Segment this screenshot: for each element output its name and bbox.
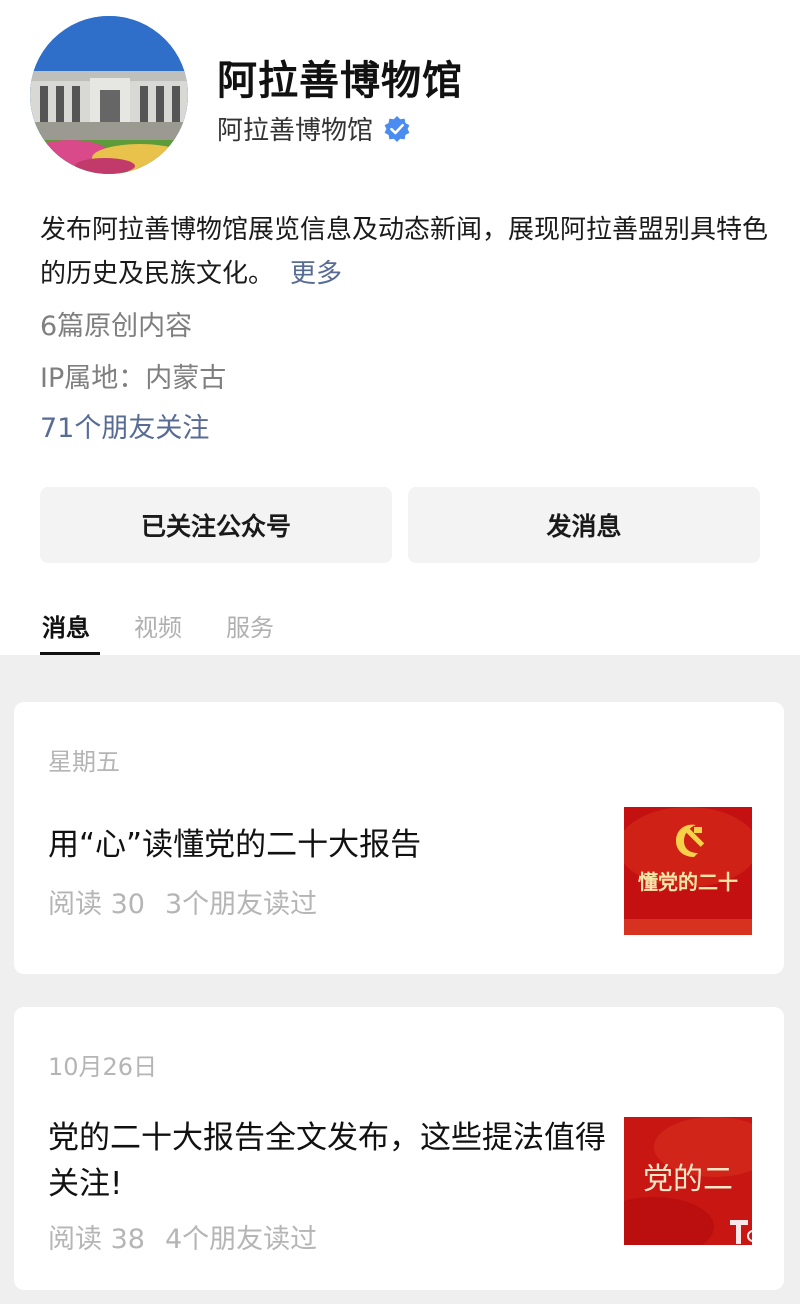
- content-tabs: 消息 视频 服务: [0, 608, 800, 656]
- account-profile-header: 阿拉善博物馆 阿拉善博物馆 发布阿拉善博物馆展览信息及动态新闻，展现阿拉善盟别具…: [0, 0, 800, 656]
- article-title[interactable]: 用“心”读懂党的二十大报告: [48, 822, 608, 868]
- followed-account-button[interactable]: 已关注公众号: [40, 487, 392, 563]
- thumbnail-text: 党的二: [643, 1162, 733, 1197]
- article-friends-read: 3个朋友读过: [164, 889, 318, 920]
- thumbnail-image: 懂党的二十: [624, 807, 752, 935]
- send-message-button[interactable]: 发消息: [408, 487, 760, 563]
- museum-building-image: [30, 16, 188, 174]
- article-stats: 阅读 30 3个朋友读过: [48, 882, 317, 921]
- account-description-text: 发布阿拉善博物馆展览信息及动态新闻，展现阿拉善盟别具特色的历史及民族文化。: [40, 215, 769, 289]
- article-card[interactable]: 星期五 用“心”读懂党的二十大报告 阅读 30 3个朋友读过 懂党的二十: [14, 702, 784, 974]
- friends-following-count[interactable]: 71个朋友关注: [40, 406, 209, 445]
- more-link[interactable]: 更多: [290, 259, 342, 289]
- account-description: 发布阿拉善博物馆展览信息及动态新闻，展现阿拉善盟别具特色的历史及民族文化。 更多: [40, 208, 770, 296]
- article-date: 10月26日: [48, 1053, 158, 1081]
- account-name: 阿拉善博物馆: [217, 58, 463, 104]
- account-subname-row: 阿拉善博物馆: [217, 110, 411, 147]
- thumbnail-text: 懂党的二十: [638, 870, 738, 894]
- ip-location: IP属地：内蒙古: [40, 363, 227, 394]
- article-read-count: 阅读 30: [48, 889, 145, 920]
- article-read-count: 阅读 38: [48, 1224, 145, 1255]
- article-friends-read: 4个朋友读过: [164, 1224, 318, 1255]
- watermark-logo-icon: [730, 1220, 759, 1244]
- verified-badge-icon: [384, 115, 410, 142]
- article-stats: 阅读 38 4个朋友读过: [48, 1217, 317, 1256]
- article-date: 星期五: [48, 748, 120, 776]
- account-subname: 阿拉善博物馆: [217, 116, 374, 146]
- original-content-count[interactable]: 6篇原创内容: [40, 304, 192, 343]
- tab-videos[interactable]: 视频: [134, 608, 182, 643]
- article-card[interactable]: 10月26日 党的二十大报告全文发布，这些提法值得关注! 阅读 38 4个朋友读过…: [14, 1007, 784, 1290]
- account-avatar[interactable]: [30, 16, 188, 174]
- tab-messages[interactable]: 消息: [42, 608, 90, 643]
- article-thumbnail[interactable]: 懂党的二十: [624, 807, 752, 935]
- message-feed: 星期五 用“心”读懂党的二十大报告 阅读 30 3个朋友读过 懂党的二十 10月2…: [0, 655, 800, 1304]
- article-title[interactable]: 党的二十大报告全文发布，这些提法值得关注!: [48, 1115, 608, 1207]
- tab-services[interactable]: 服务: [226, 608, 274, 643]
